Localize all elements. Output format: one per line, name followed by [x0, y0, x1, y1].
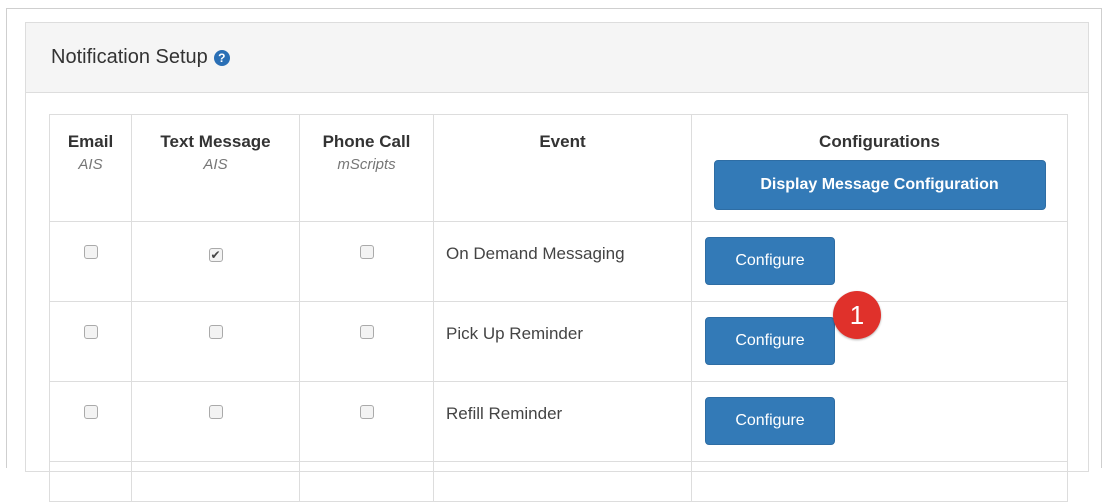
table-row-partial	[49, 461, 1068, 502]
email-cell	[49, 221, 132, 302]
table-row: ✔ On Demand Messaging Configure	[49, 221, 1068, 302]
phone-cell	[299, 381, 434, 462]
panel-heading: Notification Setup ?	[26, 23, 1088, 93]
text-message-checkbox[interactable]	[208, 405, 223, 419]
panel-title: Notification Setup	[51, 46, 208, 68]
text-message-checkbox[interactable]: ✔	[208, 248, 223, 262]
event-name: Refill Reminder	[433, 381, 692, 462]
column-header-phone-call: Phone Call mScripts	[299, 114, 434, 222]
notification-table: Email AIS Text Message AIS Phone Call mS…	[49, 114, 1068, 502]
event-name: Pick Up Reminder	[433, 301, 692, 382]
question-circle-icon[interactable]: ?	[213, 49, 230, 66]
table-row: Refill Reminder Configure	[49, 381, 1068, 462]
cell	[691, 461, 1068, 502]
column-header-provider: mScripts	[337, 156, 396, 173]
phone-call-checkbox[interactable]	[359, 245, 374, 259]
email-checkbox[interactable]	[83, 245, 98, 259]
column-header-label: Phone Call	[322, 132, 411, 151]
configure-cell: Configure	[691, 221, 1068, 302]
step-callout-badge: 1	[833, 291, 881, 339]
text-message-checkbox[interactable]	[208, 325, 223, 339]
column-header-event: Event	[433, 114, 692, 222]
cell	[131, 461, 300, 502]
phone-call-checkbox[interactable]	[359, 405, 374, 419]
text-cell	[131, 381, 300, 462]
email-cell	[49, 381, 132, 462]
cell	[433, 461, 692, 502]
column-header-label: Email	[67, 132, 114, 151]
configure-button[interactable]: Configure	[705, 317, 835, 365]
table-row: Pick Up Reminder Configure	[49, 301, 1068, 382]
column-header-provider: AIS	[78, 156, 103, 173]
cell	[299, 461, 434, 502]
email-checkbox[interactable]	[83, 325, 98, 339]
configure-button[interactable]: Configure	[705, 237, 835, 285]
event-name: On Demand Messaging	[433, 221, 692, 302]
configure-button[interactable]: Configure	[705, 397, 835, 445]
email-cell	[49, 301, 132, 382]
text-cell	[131, 301, 300, 382]
table-header-row: Email AIS Text Message AIS Phone Call mS…	[49, 114, 1068, 222]
column-header-label: Text Message	[160, 132, 271, 151]
column-header-configurations: Configurations Display Message Configura…	[691, 114, 1068, 222]
configure-cell: Configure	[691, 381, 1068, 462]
phone-cell	[299, 221, 434, 302]
phone-cell	[299, 301, 434, 382]
column-header-email: Email AIS	[49, 114, 132, 222]
column-header-provider: AIS	[203, 156, 228, 173]
column-header-text-message: Text Message AIS	[131, 114, 300, 222]
cell	[49, 461, 132, 502]
column-header-label: Configurations	[819, 132, 940, 151]
column-header-label: Event	[539, 132, 586, 151]
email-checkbox[interactable]	[83, 405, 98, 419]
phone-call-checkbox[interactable]	[359, 325, 374, 339]
display-message-configuration-button[interactable]: Display Message Configuration	[713, 160, 1046, 210]
text-cell: ✔	[131, 221, 300, 302]
